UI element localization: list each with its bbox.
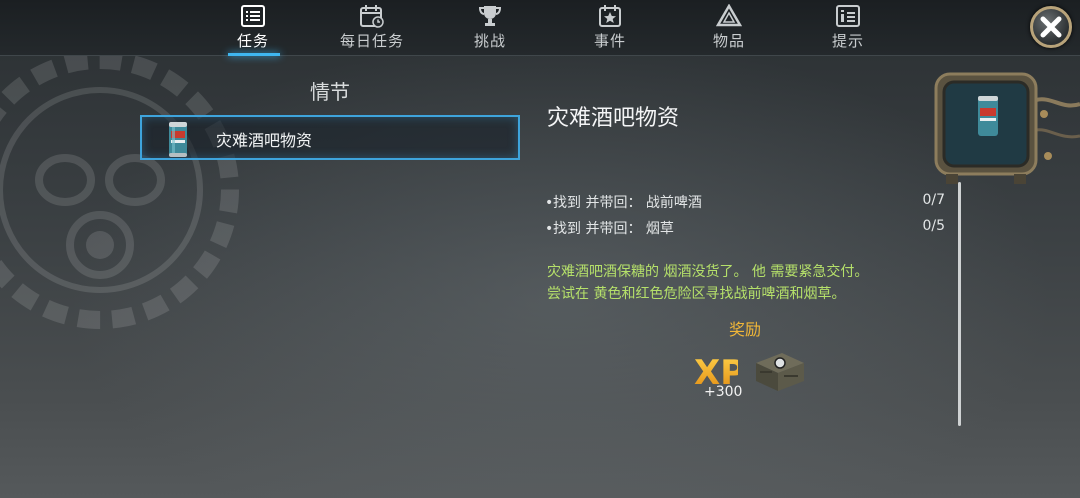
top-nav-bar: 任务 每日任务 挑战 事件 物品 提示 <box>0 0 1080 56</box>
objective-text: 找到 并带回： 战前啤酒 <box>553 195 702 211</box>
tab-label: 每日任务 <box>339 32 404 50</box>
calendar-icon <box>360 5 384 28</box>
tab-challenges[interactable]: 挑战 <box>442 4 538 54</box>
tab-events[interactable]: 事件 <box>562 4 658 54</box>
info-list-icon <box>836 5 860 27</box>
tab-label: 提示 <box>831 32 864 50</box>
scrollbar[interactable] <box>958 182 961 426</box>
tab-label: 任务 <box>236 32 269 50</box>
objective-count: 0/7 <box>922 192 945 208</box>
objective-row: •找到 并带回： 烟草 0/5 <box>545 218 945 238</box>
quest-list-item[interactable]: 灾难酒吧物资 <box>140 115 520 160</box>
supply-crate-icon[interactable] <box>752 345 808 395</box>
tab-quests[interactable]: 任务 <box>205 4 301 54</box>
tab-label: 事件 <box>593 32 626 50</box>
star-calendar-icon <box>599 5 621 27</box>
quest-description: 灾难酒吧酒保糖的 烟酒没货了。 他 需要紧急交付。 尝试在 黄色和红色危险区寻找… <box>547 261 947 305</box>
gas-mask-emblem-icon <box>0 51 239 329</box>
active-tab-indicator <box>228 53 280 56</box>
bullet-icon: • <box>545 195 554 211</box>
list-icon <box>241 5 265 27</box>
beer-can-icon <box>169 122 187 157</box>
item-preview-tv-icon <box>934 72 1080 184</box>
objective-text: 找到 并带回： 烟草 <box>553 221 674 237</box>
tab-label: 挑战 <box>473 32 506 50</box>
tab-daily-quests[interactable]: 每日任务 <box>324 4 420 54</box>
tab-tips[interactable]: 提示 <box>800 4 896 54</box>
objective-row: •找到 并带回： 战前啤酒 0/7 <box>545 192 945 212</box>
quest-title: 灾难酒吧物资 <box>547 106 680 131</box>
tab-items[interactable]: 物品 <box>681 4 777 54</box>
close-button[interactable] <box>1030 6 1072 48</box>
section-title: 情节 <box>310 80 350 104</box>
quest-name: 灾难酒吧物资 <box>216 131 313 150</box>
description-line: 尝试在 黄色和红色危险区寻找战前啤酒和烟草。 <box>547 286 846 302</box>
trophy-icon <box>478 6 502 26</box>
triangle-icon <box>716 4 742 27</box>
description-line: 灾难酒吧酒保糖的 烟酒没货了。 他 需要紧急交付。 <box>547 264 869 280</box>
reward-title: 奖励 <box>728 320 761 339</box>
close-icon <box>1040 16 1062 38</box>
bullet-icon: • <box>545 221 554 237</box>
tab-label: 物品 <box>712 32 745 50</box>
objective-count: 0/5 <box>922 218 945 234</box>
xp-amount: +300 <box>704 384 743 400</box>
